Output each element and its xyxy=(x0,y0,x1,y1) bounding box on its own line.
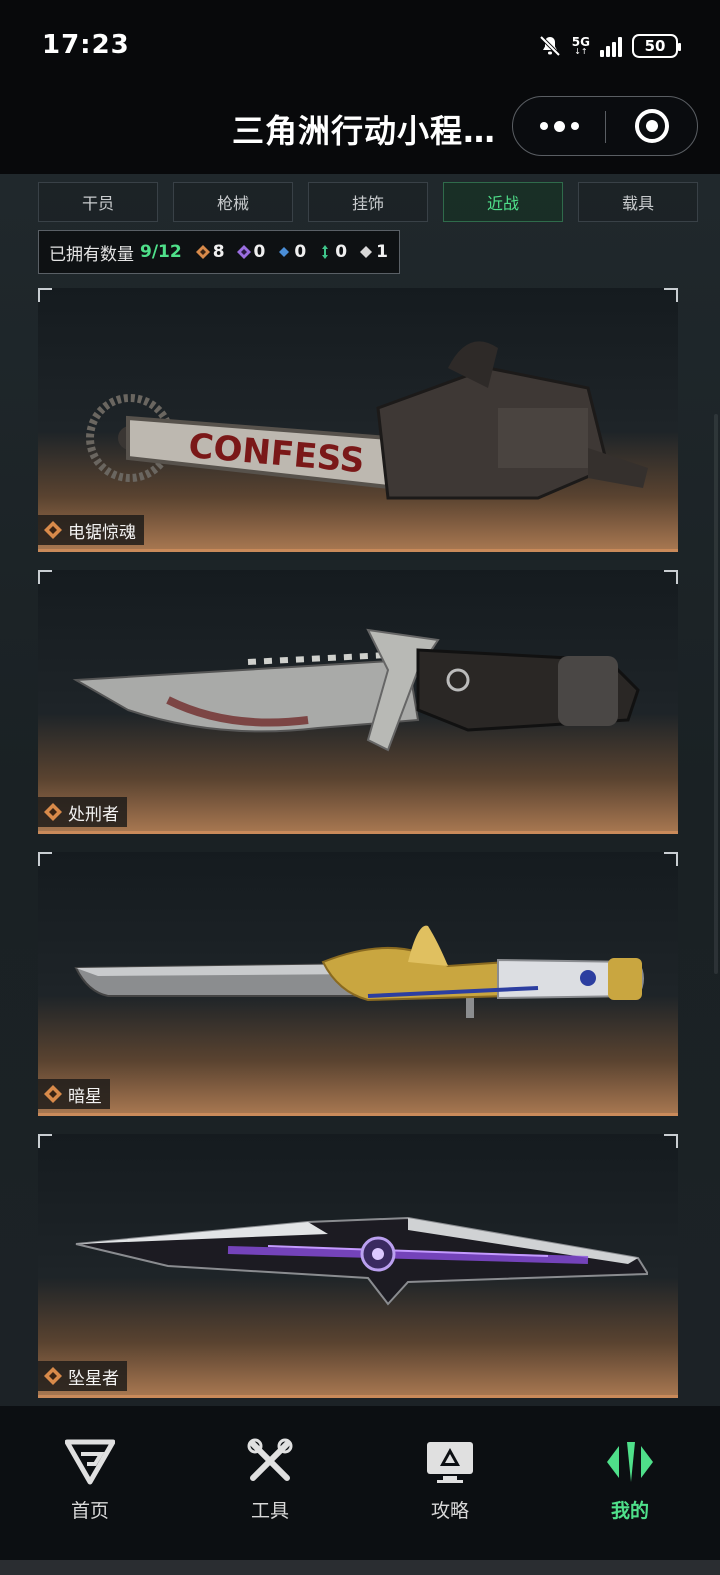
nav-profile[interactable]: 我的 xyxy=(540,1406,720,1575)
category-tabs: 干员 枪械 挂饰 近战 载具 xyxy=(38,182,698,222)
tab-operators[interactable]: 干员 xyxy=(38,182,158,222)
orange-gem-icon xyxy=(44,803,62,821)
ownership-summary: 已拥有数量 9/12 8 0 0 0 1 xyxy=(38,230,400,274)
item-name: 暗星 xyxy=(68,1086,102,1107)
main-content[interactable]: 干员 枪械 挂饰 近战 载具 已拥有数量 9/12 8 0 0 0 1 CONF… xyxy=(0,174,720,1406)
rarity-count: 0 xyxy=(294,242,307,262)
rarity-orange: 8 xyxy=(195,242,225,262)
nav-guide[interactable]: 攻略 xyxy=(360,1406,540,1575)
tab-firearms[interactable]: 枪械 xyxy=(173,182,293,222)
battery-level: 50 xyxy=(644,37,666,55)
nav-label: 攻略 xyxy=(430,1500,469,1522)
rarity-count: 0 xyxy=(335,242,348,262)
item-name-tag: 处刑者 xyxy=(38,797,127,827)
scrollbar[interactable] xyxy=(714,414,718,974)
item-card[interactable]: 坠星者 xyxy=(38,1134,678,1398)
tab-vehicles[interactable]: 载具 xyxy=(578,182,698,222)
mute-bell-icon xyxy=(539,35,561,57)
orange-gem-icon xyxy=(44,521,62,539)
knife-image xyxy=(74,925,644,1018)
orange-gem-icon xyxy=(195,245,210,259)
purple-gem-icon xyxy=(236,245,251,259)
chainsaw-image: CONFESS xyxy=(86,341,648,500)
orange-gem-icon xyxy=(44,1367,62,1385)
status-icons: 5G ↓↑ 50 xyxy=(538,34,681,58)
frame-corner xyxy=(664,288,678,302)
nav-home[interactable]: 首页 xyxy=(0,1406,180,1575)
home-g-icon xyxy=(65,1439,115,1485)
rarity-white: 1 xyxy=(359,242,388,262)
white-gem-icon xyxy=(360,246,373,258)
status-bar: 17:23 5G ↓↑ 50 xyxy=(0,0,720,96)
blue-gem-icon xyxy=(279,247,290,257)
item-name: 处刑者 xyxy=(68,804,119,825)
rarity-blue: 0 xyxy=(277,242,306,262)
more-button[interactable] xyxy=(513,97,605,155)
orange-gem-icon xyxy=(44,1085,62,1103)
frame-corner xyxy=(38,852,52,866)
nav-tools[interactable]: 工具 xyxy=(180,1406,360,1575)
frame-corner xyxy=(38,570,52,584)
knife-image xyxy=(72,628,640,752)
item-card[interactable]: 暗星 xyxy=(38,852,678,1116)
title-bar: 三角洲行动小程… xyxy=(0,96,720,174)
frame-corner xyxy=(664,852,678,866)
close-button[interactable] xyxy=(606,97,698,155)
rarity-purple: 0 xyxy=(236,242,266,262)
rarity-green: 0 xyxy=(318,242,347,262)
green-gem-icon xyxy=(322,245,329,259)
knife-image xyxy=(75,1216,648,1306)
tab-charms[interactable]: 挂饰 xyxy=(308,182,428,222)
item-name-tag: 电锯惊魂 xyxy=(38,515,144,545)
rarity-count: 8 xyxy=(212,242,225,262)
nav-label: 工具 xyxy=(250,1500,289,1522)
tools-icon xyxy=(247,1438,293,1481)
bottom-nav: 首页 工具 攻略 我的 xyxy=(0,1406,720,1575)
frame-corner xyxy=(38,1134,52,1148)
item-name-tag: 坠星者 xyxy=(38,1361,127,1391)
item-card[interactable]: 处刑者 xyxy=(38,570,678,834)
nav-label: 我的 xyxy=(610,1500,649,1522)
more-dot-icon xyxy=(539,122,548,130)
signal-icon xyxy=(600,35,622,57)
guide-monitor-icon xyxy=(427,1442,473,1483)
tab-melee[interactable]: 近战 xyxy=(443,182,563,222)
miniprogram-capsule xyxy=(512,96,698,156)
frame-corner xyxy=(38,288,52,302)
owned-count: 9/12 xyxy=(140,242,182,262)
battery-icon: 50 xyxy=(632,34,681,58)
nav-label: 首页 xyxy=(70,1500,109,1522)
item-name: 坠星者 xyxy=(68,1368,119,1389)
network-indicator: 5G ↓↑ xyxy=(571,35,590,56)
target-close-icon xyxy=(635,109,669,143)
rarity-count: 1 xyxy=(376,242,388,262)
owned-count-label: 已拥有数量 xyxy=(49,244,134,265)
page-title: 三角洲行动小程… xyxy=(232,112,497,150)
rarity-count: 0 xyxy=(253,242,266,262)
status-time: 17:23 xyxy=(42,30,130,60)
more-dot-icon xyxy=(570,122,579,130)
item-name: 电锯惊魂 xyxy=(68,522,136,543)
item-card[interactable]: CONFESS 电锯惊魂 xyxy=(38,288,678,552)
frame-corner xyxy=(664,1134,678,1148)
profile-icon xyxy=(607,1442,653,1482)
item-name-tag: 暗星 xyxy=(38,1079,110,1109)
more-dot-icon xyxy=(553,120,565,132)
frame-corner xyxy=(664,570,678,584)
home-indicator-area xyxy=(0,1560,720,1575)
